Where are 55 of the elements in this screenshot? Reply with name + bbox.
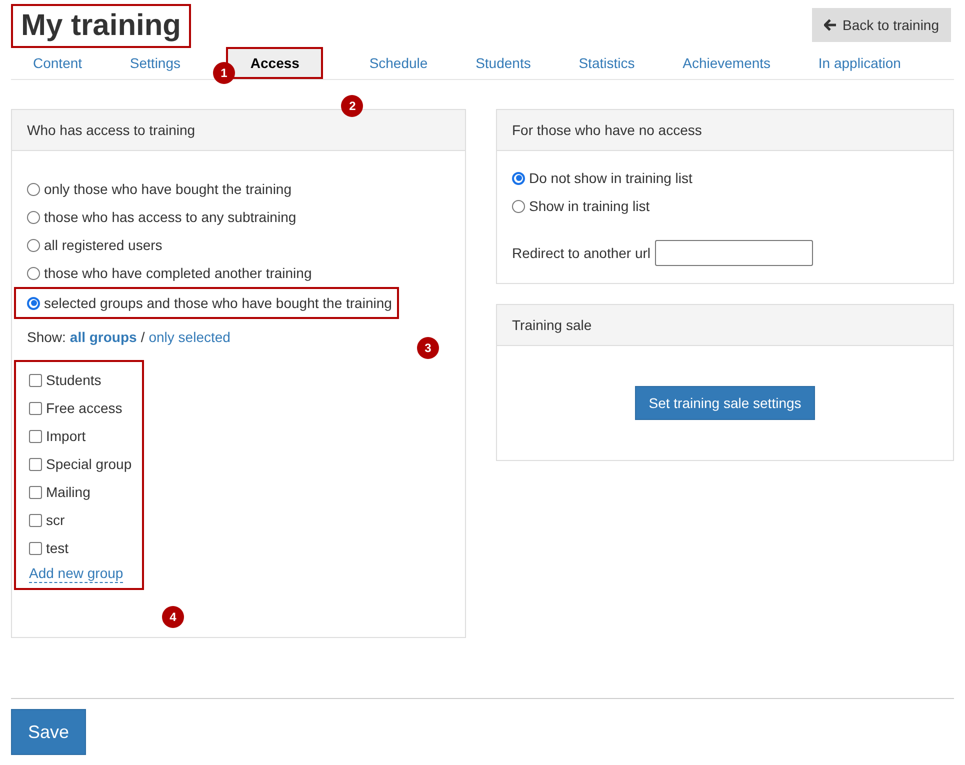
panel-header: Who has access to training — [12, 110, 465, 151]
tab[interactable]: Access — [226, 47, 324, 79]
group-option[interactable]: test — [29, 534, 142, 562]
arrow-left-icon — [824, 19, 836, 31]
group-option[interactable]: Import — [29, 422, 142, 450]
radio-button[interactable] — [27, 182, 40, 196]
tab[interactable]: Settings — [128, 47, 183, 79]
checkbox[interactable] — [29, 514, 42, 526]
group-option[interactable]: Students — [29, 366, 142, 394]
separator: / — [140, 328, 145, 347]
panel-header: Training sale — [497, 305, 953, 346]
group-option[interactable]: Special group — [29, 450, 142, 478]
visibility-option[interactable]: Show in training list — [512, 192, 938, 220]
callout-badge: 3 — [416, 337, 439, 359]
callout-badge: 1 — [213, 62, 236, 84]
filter-link[interactable]: all groups — [70, 327, 137, 348]
visibility-option[interactable]: Do not show in training list — [512, 164, 938, 192]
filter-link[interactable]: only selected — [148, 327, 230, 348]
radio-button[interactable] — [27, 210, 40, 224]
group-option[interactable]: Free access — [29, 394, 142, 422]
checkbox[interactable] — [29, 542, 42, 554]
checkbox[interactable] — [29, 374, 42, 386]
checkbox[interactable] — [29, 402, 42, 414]
access-option[interactable]: selected groups and those who have bought the training — [14, 287, 399, 319]
redirect-url-field[interactable] — [654, 240, 813, 266]
save-button[interactable]: Save — [11, 709, 86, 755]
tab[interactable]: Content — [31, 47, 84, 79]
callout-badge: 4 — [162, 606, 184, 628]
tab[interactable]: In application — [816, 47, 903, 79]
radio-button[interactable] — [512, 172, 525, 184]
checkbox[interactable] — [29, 430, 42, 442]
redirect-label: Redirect to another url — [512, 244, 651, 262]
group-option[interactable]: Mailing — [29, 478, 142, 506]
access-option[interactable]: all registered users — [27, 231, 162, 259]
access-option[interactable]: only those who have bought the training — [27, 175, 292, 203]
group-option[interactable]: scr — [29, 506, 142, 534]
tab[interactable]: Students — [474, 47, 533, 79]
access-option[interactable]: those who has access to any subtraining — [27, 203, 296, 231]
checkbox[interactable] — [29, 486, 42, 498]
radio-button[interactable] — [27, 238, 40, 252]
callout-badge: 2 — [341, 95, 364, 117]
radio-button[interactable] — [27, 296, 40, 310]
back-button[interactable]: Back to training — [812, 8, 951, 42]
add-group-link[interactable]: Add new group — [29, 564, 124, 583]
page-title: My training — [11, 4, 192, 48]
panel-header: For those who have no access — [497, 110, 953, 151]
checkbox[interactable] — [29, 458, 42, 470]
access-option[interactable]: those who have completed another training — [27, 259, 312, 287]
sale-settings-button[interactable]: Set training sale settings — [634, 386, 816, 420]
tab[interactable]: Statistics — [576, 47, 637, 79]
tab[interactable]: Schedule — [367, 47, 430, 79]
radio-button[interactable] — [512, 200, 525, 212]
radio-button[interactable] — [27, 266, 40, 280]
show-label: Show: — [27, 328, 66, 347]
tab[interactable]: Achievements — [680, 47, 773, 79]
